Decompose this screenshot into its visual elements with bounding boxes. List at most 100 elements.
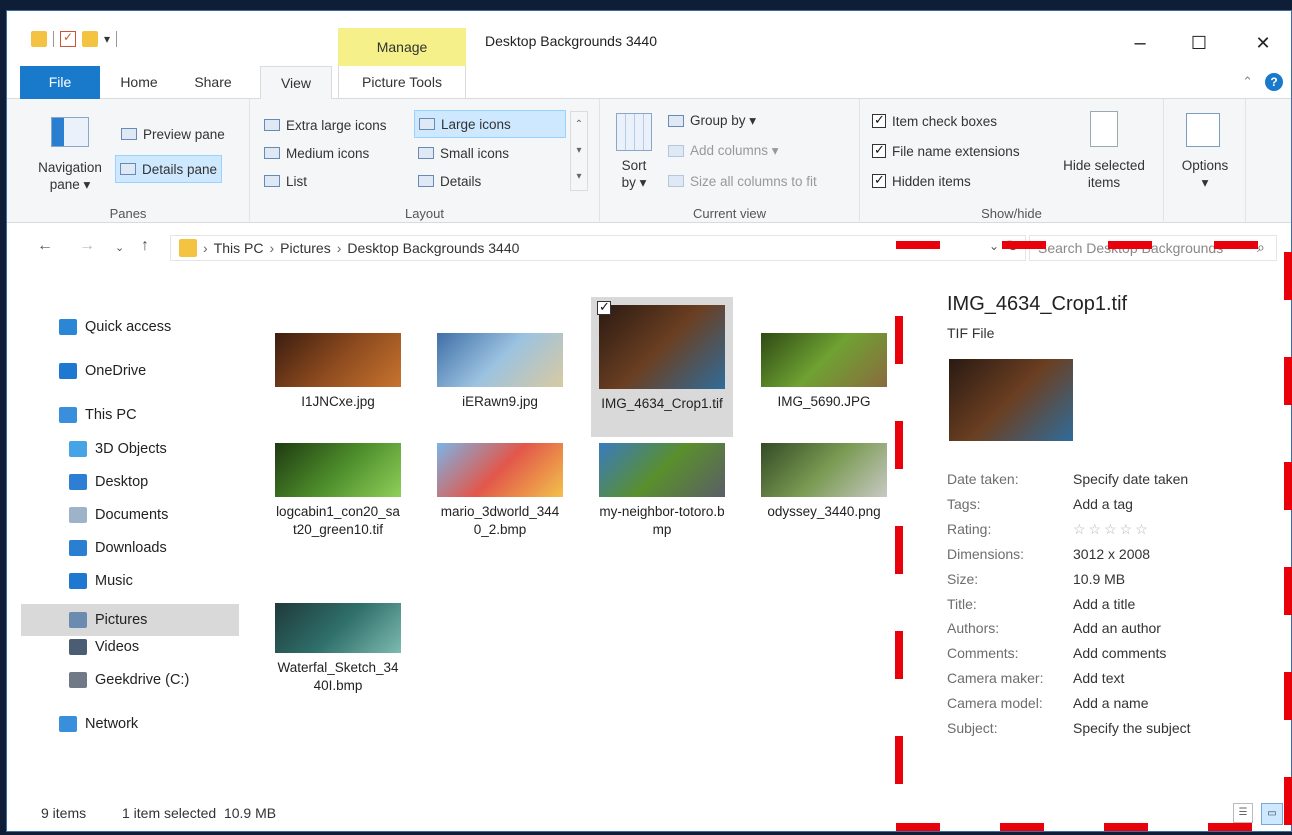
address-dropdown-icon[interactable]: ⌄ bbox=[989, 239, 999, 253]
breadcrumb-current[interactable]: Desktop Backgrounds 3440 bbox=[347, 240, 519, 256]
recent-locations-icon[interactable]: ⌄ bbox=[115, 241, 124, 254]
file-item[interactable]: mario_3dworld_3440_2.bmp bbox=[437, 443, 563, 539]
up-arrow-icon[interactable]: ↑ bbox=[141, 237, 149, 255]
cube-icon bbox=[69, 441, 87, 457]
help-icon[interactable]: ? bbox=[1265, 73, 1283, 91]
size-columns-icon bbox=[668, 175, 684, 187]
file-list: I1JNCxe.jpg iERawn9.jpg IMG_4634_Crop1.tif… bbox=[247, 273, 912, 793]
property-value[interactable]: Specify the subject bbox=[1073, 720, 1191, 736]
annotation-dash bbox=[895, 736, 903, 784]
tab-share[interactable]: Share bbox=[181, 66, 245, 99]
size-columns-label: Size all columns to fit bbox=[690, 173, 817, 189]
file-name-extensions-toggle[interactable]: File name extensions bbox=[872, 139, 1020, 163]
layout-item-label: Medium icons bbox=[286, 145, 370, 161]
size-columns-button[interactable]: Size all columns to fit bbox=[668, 169, 817, 193]
file-item[interactable]: iERawn9.jpg bbox=[437, 333, 563, 411]
details-view-icon[interactable]: ☰ bbox=[1233, 803, 1253, 823]
property-value[interactable]: Add a name bbox=[1073, 695, 1149, 711]
hide-selected-icon bbox=[1090, 111, 1118, 147]
back-arrow-icon[interactable]: ← bbox=[37, 237, 53, 255]
file-item[interactable]: odyssey_3440.png bbox=[761, 443, 887, 521]
file-name: mario_3dworld_3440_2.bmp bbox=[440, 504, 560, 537]
close-button[interactable]: ✕ bbox=[1233, 25, 1291, 61]
group-layout: Extra large icons Large icons Medium ico… bbox=[250, 99, 600, 223]
property-value[interactable]: Add text bbox=[1073, 670, 1124, 686]
sidebar-item-3d-objects[interactable]: 3D Objects bbox=[69, 439, 167, 459]
maximize-button[interactable]: ☐ bbox=[1169, 25, 1229, 61]
file-item[interactable]: my-neighbor-totoro.bmp bbox=[599, 443, 725, 539]
property-value[interactable]: Add a tag bbox=[1073, 496, 1133, 512]
layout-medium-icons[interactable]: Medium icons bbox=[264, 141, 369, 165]
layout-scroll[interactable]: ⌃ ▾ ▾ bbox=[570, 111, 588, 191]
property-value[interactable]: 10.9 MB bbox=[1073, 571, 1125, 587]
layout-large-icons[interactable]: Large icons bbox=[414, 110, 566, 138]
layout-item-label: List bbox=[286, 173, 308, 189]
property-value[interactable]: Add a title bbox=[1073, 596, 1135, 612]
group-current-view: Sort by ▾ Group by ▾ Add columns ▾ Size … bbox=[600, 99, 860, 223]
large-icons-view-icon[interactable]: ▭ bbox=[1261, 803, 1283, 825]
tab-file[interactable]: File bbox=[20, 66, 100, 99]
file-thumbnail bbox=[275, 333, 401, 387]
file-name: odyssey_3440.png bbox=[767, 504, 881, 519]
sidebar-item-videos[interactable]: Videos bbox=[69, 637, 139, 657]
sidebar-item-pictures[interactable]: Pictures bbox=[21, 604, 239, 636]
file-item[interactable]: IMG_5690.JPG bbox=[761, 333, 887, 411]
details-pane-button[interactable]: Details pane bbox=[115, 155, 223, 183]
sidebar-item-music[interactable]: Music bbox=[69, 571, 133, 591]
sidebar-item-this-pc[interactable]: This PC bbox=[59, 405, 137, 425]
tab-view[interactable]: View bbox=[260, 66, 332, 100]
quick-access-toolbar: ▾ bbox=[31, 30, 118, 47]
breadcrumb-this-pc[interactable]: This PC bbox=[214, 240, 264, 256]
hidden-items-toggle[interactable]: Hidden items bbox=[872, 169, 971, 193]
file-item[interactable]: Waterfal_Sketch_3440I.bmp bbox=[275, 603, 401, 695]
group-options: Options ▾ bbox=[1164, 99, 1246, 223]
annotation-dash bbox=[895, 526, 903, 574]
sidebar-item-network[interactable]: Network bbox=[59, 714, 138, 734]
tab-home[interactable]: Home bbox=[107, 66, 171, 99]
sidebar-item-onedrive[interactable]: OneDrive bbox=[59, 361, 146, 381]
tab-picture-tools[interactable]: Picture Tools bbox=[338, 66, 466, 99]
item-checkbox-icon[interactable] bbox=[597, 299, 611, 315]
preview-pane-button[interactable]: Preview pane bbox=[117, 121, 229, 147]
navigation-pane: Quick access OneDrive This PC 3D Objects Des… bbox=[7, 273, 242, 793]
add-columns-button[interactable]: Add columns ▾ bbox=[668, 139, 779, 163]
options-button[interactable]: Options ▾ bbox=[1170, 157, 1240, 191]
file-thumbnail bbox=[275, 443, 401, 497]
collapse-ribbon-icon[interactable]: ⌃ bbox=[1242, 74, 1253, 90]
new-folder-icon[interactable] bbox=[82, 31, 98, 47]
sidebar-item-geekdrive-c[interactable]: Geekdrive (C:) bbox=[69, 670, 189, 690]
search-icon[interactable]: ⌕ bbox=[1257, 239, 1265, 256]
file-item[interactable]: logcabin1_con20_sat20_green10.tif bbox=[275, 443, 401, 539]
property-value[interactable]: 3012 x 2008 bbox=[1073, 546, 1150, 562]
property-value[interactable]: Add an author bbox=[1073, 620, 1161, 636]
sort-by-button[interactable]: Sort by ▾ bbox=[614, 157, 654, 191]
minimize-button[interactable]: – bbox=[1110, 25, 1170, 61]
file-name-extensions-label: File name extensions bbox=[892, 143, 1020, 159]
sidebar-item-label: Network bbox=[85, 716, 139, 732]
file-thumbnail bbox=[437, 333, 563, 387]
item-check-boxes-toggle[interactable]: Item check boxes bbox=[872, 109, 997, 133]
layout-extra-large-icons[interactable]: Extra large icons bbox=[264, 113, 387, 137]
navigation-pane-button[interactable]: Navigation pane ▾ bbox=[29, 159, 111, 193]
group-by-button[interactable]: Group by ▾ bbox=[668, 109, 756, 133]
music-icon bbox=[69, 573, 87, 589]
file-item[interactable]: IMG_4634_Crop1.tif bbox=[591, 297, 733, 437]
properties-icon[interactable] bbox=[60, 30, 76, 47]
layout-details[interactable]: Details bbox=[418, 169, 481, 193]
breadcrumb-pictures[interactable]: Pictures bbox=[280, 240, 331, 256]
property-label: Camera maker: bbox=[947, 670, 1044, 687]
customize-toolbar-icon[interactable]: ▾ bbox=[104, 32, 110, 46]
file-item[interactable]: I1JNCxe.jpg bbox=[275, 333, 401, 411]
hide-selected-items-button[interactable]: Hide selected items bbox=[1056, 157, 1152, 191]
property-value[interactable]: Add comments bbox=[1073, 645, 1166, 661]
sidebar-item-documents[interactable]: Documents bbox=[69, 505, 168, 525]
sidebar-item-quick-access[interactable]: Quick access bbox=[59, 317, 171, 337]
rating-stars[interactable]: ☆☆☆☆☆ bbox=[1073, 521, 1151, 537]
sidebar-item-desktop[interactable]: Desktop bbox=[69, 472, 148, 492]
layout-list[interactable]: List bbox=[264, 169, 307, 193]
property-value[interactable]: Specify date taken bbox=[1073, 471, 1188, 487]
forward-arrow-icon[interactable]: → bbox=[79, 237, 95, 255]
sidebar-item-downloads[interactable]: Downloads bbox=[69, 538, 167, 558]
layout-small-icons[interactable]: Small icons bbox=[418, 141, 509, 165]
context-tab-manage[interactable]: Manage bbox=[338, 28, 466, 66]
